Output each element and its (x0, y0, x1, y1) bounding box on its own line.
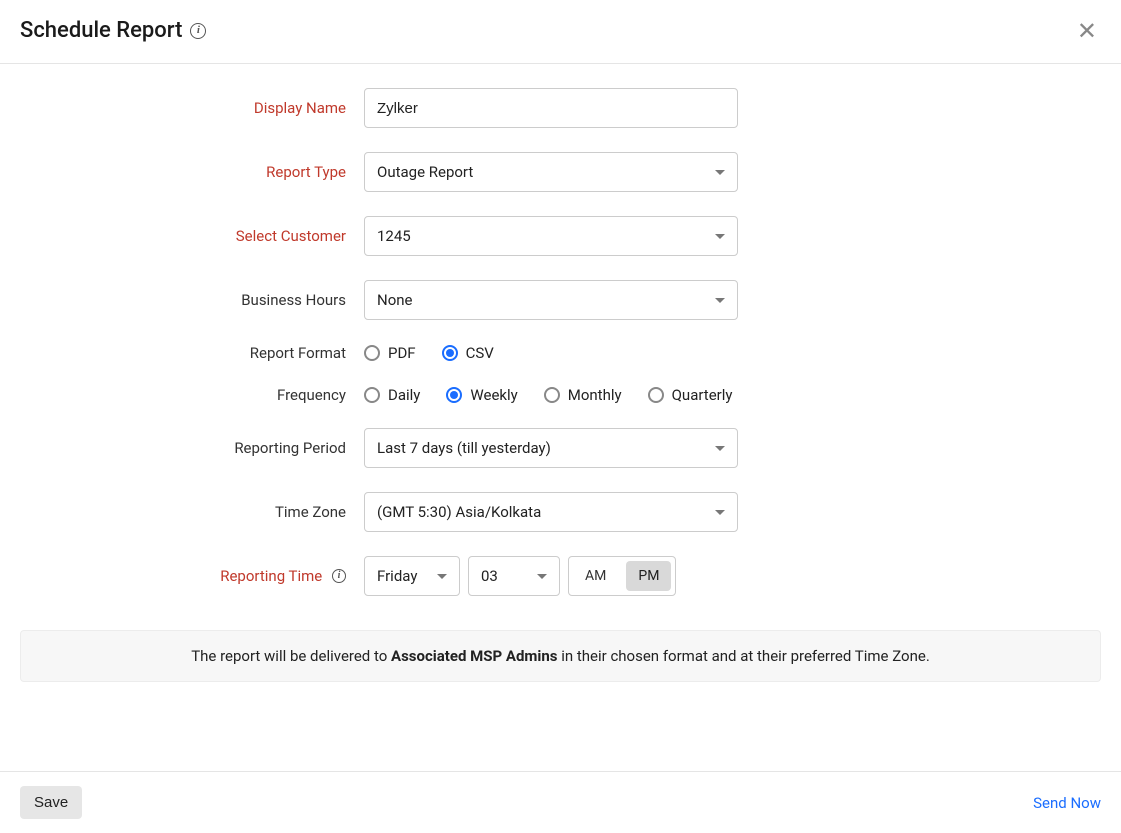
delivery-note-bold: Associated MSP Admins (391, 647, 557, 665)
radio-circle-icon (648, 387, 664, 403)
time-zone-value: (GMT 5:30) Asia/Kolkata (377, 503, 541, 521)
radio-csv[interactable]: CSV (442, 344, 494, 362)
radio-circle-icon (544, 387, 560, 403)
radio-pdf[interactable]: PDF (364, 344, 416, 362)
select-customer-value: 1245 (377, 227, 411, 245)
reporting-time-hour-select[interactable]: 03 (468, 556, 560, 596)
dialog-header: Schedule Report i ✕ (0, 0, 1121, 64)
reporting-time-label: Reporting Time i (20, 567, 364, 585)
row-frequency: Frequency Daily Weekly Monthly Quarterly (20, 386, 1101, 404)
caret-down-icon (715, 298, 725, 303)
radio-weekly-label: Weekly (470, 386, 517, 404)
caret-down-icon (715, 446, 725, 451)
time-zone-select[interactable]: (GMT 5:30) Asia/Kolkata (364, 492, 738, 532)
ampm-toggle: AM PM (568, 556, 676, 596)
reporting-period-value: Last 7 days (till yesterday) (377, 439, 551, 457)
business-hours-value: None (377, 291, 413, 309)
close-icon[interactable]: ✕ (1073, 19, 1101, 43)
delivery-note-suffix: in their chosen format and at their pref… (558, 647, 930, 665)
row-reporting-period: Reporting Period Last 7 days (till yeste… (20, 428, 1101, 468)
reporting-time-day-value: Friday (377, 567, 417, 585)
select-customer-select[interactable]: 1245 (364, 216, 738, 256)
form-body: Display Name Report Type Outage Report S… (0, 64, 1121, 630)
dialog-title-wrap: Schedule Report i (20, 18, 206, 43)
radio-daily[interactable]: Daily (364, 386, 420, 404)
caret-down-icon (537, 574, 547, 579)
frequency-radio-group: Daily Weekly Monthly Quarterly (364, 386, 733, 404)
row-report-format: Report Format PDF CSV (20, 344, 1101, 362)
caret-down-icon (715, 170, 725, 175)
report-format-label: Report Format (20, 344, 364, 362)
row-report-type: Report Type Outage Report (20, 152, 1101, 192)
time-zone-label: Time Zone (20, 503, 364, 521)
display-name-label: Display Name (20, 99, 364, 117)
business-hours-select[interactable]: None (364, 280, 738, 320)
radio-weekly[interactable]: Weekly (446, 386, 517, 404)
row-select-customer: Select Customer 1245 (20, 216, 1101, 256)
send-now-link[interactable]: Send Now (1033, 794, 1101, 812)
radio-monthly-label: Monthly (568, 386, 622, 404)
delivery-note: The report will be delivered to Associat… (20, 630, 1101, 682)
radio-daily-label: Daily (388, 386, 420, 404)
caret-down-icon (715, 510, 725, 515)
radio-monthly[interactable]: Monthly (544, 386, 622, 404)
radio-circle-checked-icon (446, 387, 462, 403)
info-icon[interactable]: i (190, 23, 206, 39)
ampm-am[interactable]: AM (573, 561, 618, 591)
report-type-select[interactable]: Outage Report (364, 152, 738, 192)
dialog-footer: Save Send Now (0, 771, 1121, 833)
delivery-note-prefix: The report will be delivered to (191, 647, 391, 665)
save-button[interactable]: Save (20, 786, 82, 819)
row-reporting-time: Reporting Time i Friday 03 AM PM (20, 556, 1101, 596)
reporting-time-hour-value: 03 (481, 567, 498, 585)
radio-quarterly[interactable]: Quarterly (648, 386, 733, 404)
row-display-name: Display Name (20, 88, 1101, 128)
info-icon[interactable]: i (332, 569, 346, 583)
radio-circle-icon (364, 345, 380, 361)
reporting-time-day-select[interactable]: Friday (364, 556, 460, 596)
reporting-period-label: Reporting Period (20, 439, 364, 457)
frequency-label: Frequency (20, 386, 364, 404)
caret-down-icon (437, 574, 447, 579)
report-type-value: Outage Report (377, 163, 473, 181)
display-name-input[interactable] (364, 88, 738, 128)
page-title: Schedule Report (20, 18, 182, 43)
reporting-period-select[interactable]: Last 7 days (till yesterday) (364, 428, 738, 468)
row-business-hours: Business Hours None (20, 280, 1101, 320)
ampm-pm[interactable]: PM (626, 561, 671, 591)
business-hours-label: Business Hours (20, 291, 364, 309)
radio-circle-checked-icon (442, 345, 458, 361)
radio-circle-icon (364, 387, 380, 403)
radio-csv-label: CSV (466, 344, 494, 362)
select-customer-label: Select Customer (20, 227, 364, 245)
radio-pdf-label: PDF (388, 344, 416, 362)
caret-down-icon (715, 234, 725, 239)
row-time-zone: Time Zone (GMT 5:30) Asia/Kolkata (20, 492, 1101, 532)
report-type-label: Report Type (20, 163, 364, 181)
reporting-time-label-text: Reporting Time (220, 567, 322, 585)
report-format-radio-group: PDF CSV (364, 344, 494, 362)
radio-quarterly-label: Quarterly (672, 386, 733, 404)
